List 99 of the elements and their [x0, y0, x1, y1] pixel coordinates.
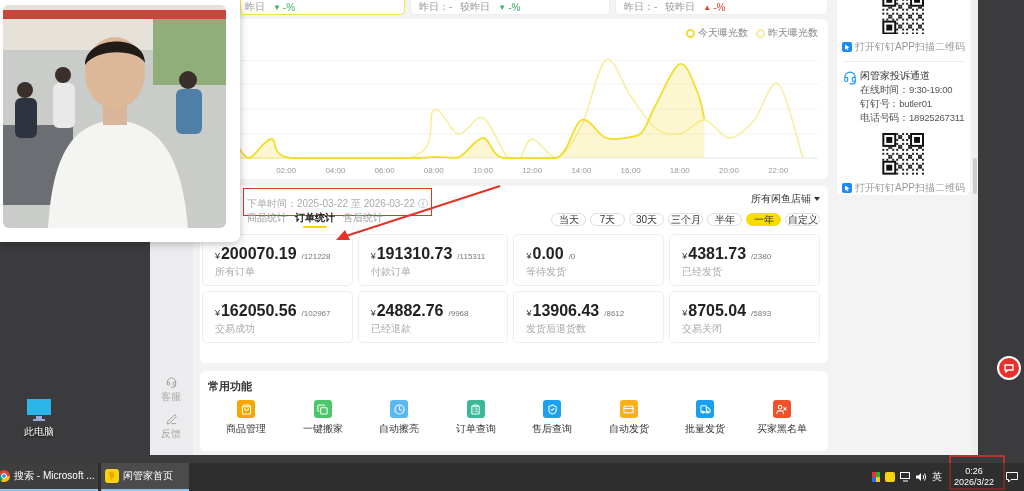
- section-title: 常用功能: [207, 379, 253, 394]
- axis-label: 06:00: [374, 166, 395, 175]
- order-count: /0: [568, 252, 576, 261]
- function-item[interactable]: 自动擦亮: [360, 400, 438, 436]
- axis-label: 14:00: [571, 166, 592, 175]
- function-item[interactable]: 一键搬家: [284, 400, 361, 436]
- axis-label: 10:00: [472, 166, 493, 175]
- amount: 4381.73: [688, 245, 747, 263]
- legend-item[interactable]: 昨天曝光数: [756, 25, 818, 41]
- amount: 162050.56: [220, 302, 297, 320]
- pen-icon: [165, 414, 177, 425]
- axis-label: 04:00: [325, 166, 346, 175]
- stat-label: 付款订单: [370, 265, 412, 279]
- pointer-icon: [842, 42, 852, 53]
- currency-sign: ¥: [682, 308, 688, 318]
- trend-arrow: ▼: [498, 2, 507, 12]
- clock[interactable]: 0:26 2026/3/22: [947, 466, 1001, 488]
- axis-label: 20:00: [718, 166, 739, 175]
- browser-icon: [0, 470, 10, 482]
- range-button[interactable]: 一年: [746, 212, 781, 226]
- currency-sign: ¥: [214, 308, 220, 318]
- yesterday-text: 昨日：-: [623, 0, 658, 14]
- amount: 13906.43: [532, 302, 600, 320]
- currency-sign: ¥: [526, 251, 532, 261]
- axis-label: 08:00: [423, 166, 444, 175]
- currency-sign: ¥: [370, 251, 376, 261]
- amount: 24882.76: [376, 302, 444, 320]
- headset-icon: [843, 71, 857, 86]
- order-count: /115311: [457, 252, 486, 261]
- yesterday-text: 昨日：-: [418, 0, 453, 14]
- app-icon[interactable]: [885, 472, 895, 482]
- currency-sign: ¥: [526, 308, 532, 318]
- axis-label: 22:00: [768, 166, 789, 175]
- caret-icon: [814, 197, 820, 201]
- currency-sign: ¥: [370, 308, 376, 318]
- taskbar-app[interactable]: 搜索 - Microsoft ...: [0, 463, 98, 491]
- order-count: /121228: [301, 252, 331, 261]
- change-value: -%: [713, 1, 726, 13]
- summary-card[interactable]: 昨日：- 较昨日 ▲ -%: [614, 0, 828, 15]
- range-button[interactable]: 当天: [551, 212, 586, 226]
- headset-icon: [165, 377, 177, 388]
- range-button[interactable]: 自定义: [785, 212, 820, 226]
- function-item[interactable]: 订单查询: [437, 400, 514, 436]
- stat-label: 所有订单: [214, 265, 256, 279]
- function-item[interactable]: 自动发货: [590, 400, 667, 436]
- taskbar-app[interactable]: 闲管家首页: [101, 463, 189, 491]
- monitor-icon: [26, 398, 52, 422]
- amount: 0.00: [532, 245, 564, 263]
- contact-line: 在线时间：9:30-19:00: [860, 84, 954, 98]
- stat-label: 已经发货: [682, 265, 724, 279]
- notification-icon[interactable]: [1006, 471, 1018, 483]
- legend-item[interactable]: 今天曝光数: [686, 25, 748, 41]
- stat-label: 等待发货: [526, 265, 568, 279]
- input-method[interactable]: 英: [932, 470, 942, 484]
- order-count: /9968: [448, 309, 469, 318]
- function-item[interactable]: 批量发货: [667, 400, 744, 436]
- network-icon[interactable]: [900, 472, 911, 482]
- change-value: -%: [282, 1, 296, 13]
- amount: 8705.04: [688, 302, 747, 320]
- range-button[interactable]: 半年: [707, 212, 742, 226]
- function-item[interactable]: 买家黑名单: [743, 400, 820, 436]
- axis-label: 16:00: [620, 166, 641, 175]
- range-button[interactable]: 7天: [590, 212, 625, 226]
- range-button[interactable]: 30天: [629, 212, 664, 226]
- stat-label: 交易成功: [214, 322, 256, 336]
- function-item[interactable]: 商品管理: [207, 400, 285, 436]
- function-item[interactable]: 售后查询: [513, 400, 591, 436]
- currency-sign: ¥: [214, 251, 220, 261]
- currency-sign: ¥: [682, 251, 688, 261]
- desktop-icon[interactable]: 此电脑: [24, 398, 54, 439]
- app-icon[interactable]: [872, 472, 880, 482]
- trend-arrow: ▲: [703, 2, 712, 12]
- order-count: /2380: [751, 252, 772, 261]
- amount: 191310.73: [376, 245, 453, 263]
- annotation-box: [949, 455, 1005, 490]
- speaker-icon[interactable]: [916, 472, 927, 482]
- axis-label: 18:00: [669, 166, 690, 175]
- compare-label: 较昨日: [460, 0, 491, 14]
- order-count: /5893: [751, 309, 772, 318]
- change-value: -%: [508, 1, 521, 13]
- axis-label: 02:00: [276, 166, 297, 175]
- message-icon: [1004, 363, 1014, 373]
- amount: 200070.19: [220, 245, 297, 263]
- scrollbar[interactable]: [972, 0, 978, 455]
- order-count: /102967: [301, 309, 331, 318]
- axis-label: 12:00: [522, 166, 543, 175]
- store-dropdown[interactable]: 所有闲鱼店铺: [751, 192, 820, 206]
- contact-line: 钉钉号：butler01: [860, 98, 933, 112]
- range-button[interactable]: 三个月: [668, 212, 703, 226]
- trend-arrow: ▼: [272, 2, 281, 12]
- contact-line: 电话号码：18925267311: [860, 112, 965, 126]
- order-count: /8612: [604, 309, 625, 318]
- compare-label: 昨日: [244, 0, 265, 14]
- stat-label: 交易关闭: [682, 322, 724, 336]
- contact-title: 闲管家投诉通道: [860, 69, 931, 84]
- stat-label: 已经退款: [370, 322, 412, 336]
- app-icon: [105, 469, 119, 483]
- compare-label: 较昨日: [665, 0, 696, 14]
- stat-label: 发货后退货数: [526, 322, 588, 336]
